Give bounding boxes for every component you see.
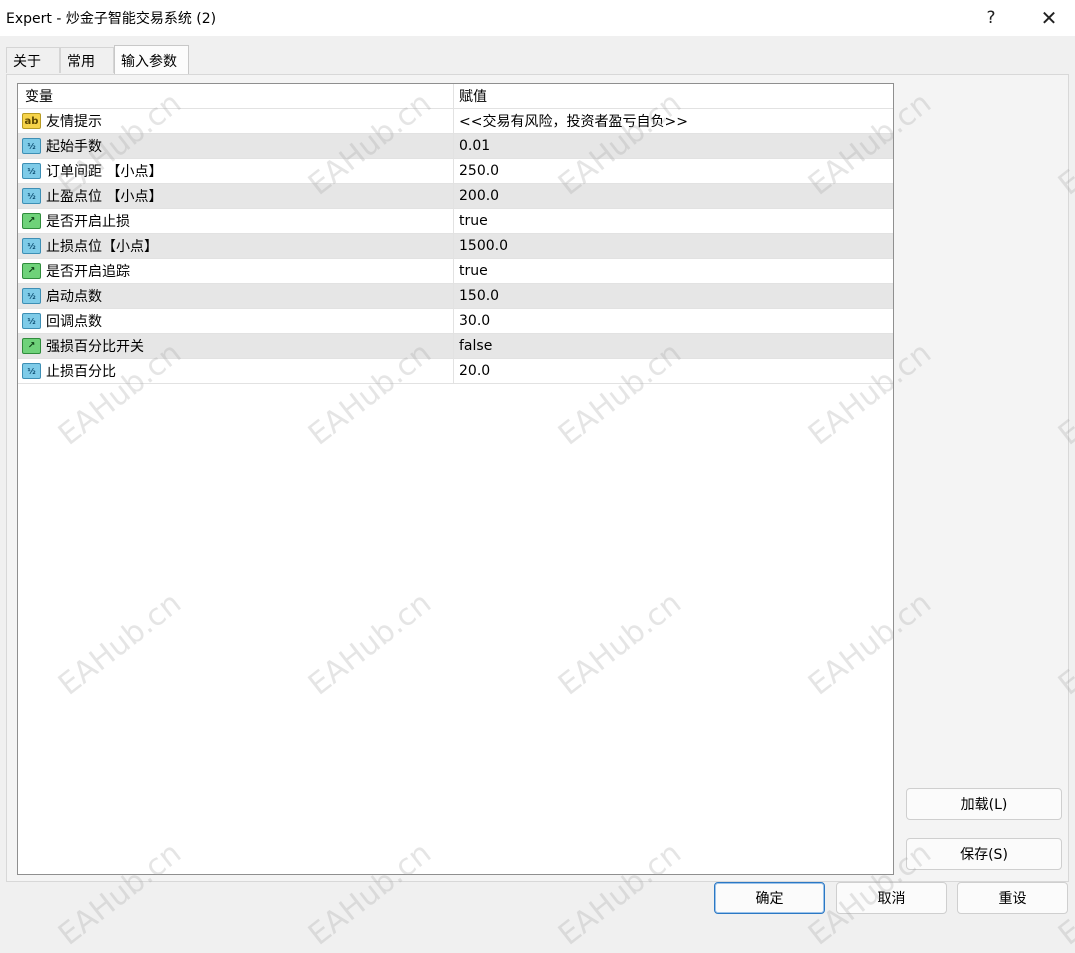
column-divider bbox=[453, 259, 454, 283]
close-button[interactable]: ✕ bbox=[1026, 0, 1072, 36]
table-row[interactable]: ab 友情提示 <<交易有风险，投资者盈亏自负>> bbox=[18, 109, 893, 134]
param-value[interactable]: <<交易有风险，投资者盈亏自负>> bbox=[459, 109, 889, 133]
param-value[interactable]: 250.0 bbox=[459, 159, 889, 183]
number-param-icon: ½ bbox=[22, 163, 41, 179]
param-name: 回调点数 bbox=[46, 314, 102, 330]
column-divider[interactable] bbox=[453, 84, 454, 108]
number-param-icon: ½ bbox=[22, 138, 41, 154]
column-divider bbox=[453, 359, 454, 383]
header-value: 赋值 bbox=[459, 89, 487, 105]
param-name: 止盈点位 【小点】 bbox=[46, 189, 163, 205]
column-divider bbox=[453, 184, 454, 208]
load-button[interactable]: 加载(L) bbox=[906, 788, 1062, 820]
param-value[interactable]: 1500.0 bbox=[459, 234, 889, 258]
number-param-icon: ½ bbox=[22, 363, 41, 379]
table-row[interactable]: ½ 止损百分比 20.0 bbox=[18, 359, 893, 384]
param-name: 是否开启止损 bbox=[46, 214, 130, 230]
tab-about[interactable]: 关于 bbox=[6, 47, 60, 73]
param-name: 订单间距 【小点】 bbox=[46, 164, 163, 180]
table-row[interactable]: ↗ 是否开启追踪 true bbox=[18, 259, 893, 284]
table-row[interactable]: ½ 回调点数 30.0 bbox=[18, 309, 893, 334]
number-param-icon: ½ bbox=[22, 313, 41, 329]
string-param-icon: ab bbox=[22, 113, 41, 129]
cancel-button[interactable]: 取消 bbox=[836, 882, 947, 914]
param-name: 友情提示 bbox=[46, 114, 102, 130]
ok-button[interactable]: 确定 bbox=[714, 882, 825, 914]
tab-inputs[interactable]: 输入参数 bbox=[114, 45, 189, 75]
param-value[interactable]: 200.0 bbox=[459, 184, 889, 208]
bool-param-icon: ↗ bbox=[22, 263, 41, 279]
param-name: 止损百分比 bbox=[46, 364, 116, 380]
table-row[interactable]: ½ 起始手数 0.01 bbox=[18, 134, 893, 159]
parameters-table[interactable]: 变量 赋值 ab 友情提示 <<交易有风险，投资者盈亏自负>> ½ 起始手数 0.01 ½ 订… bbox=[17, 83, 894, 875]
bool-param-icon: ↗ bbox=[22, 338, 41, 354]
help-button[interactable]: ? bbox=[968, 0, 1014, 36]
param-name: 强损百分比开关 bbox=[46, 339, 144, 355]
param-value[interactable]: 0.01 bbox=[459, 134, 889, 158]
param-value[interactable]: 30.0 bbox=[459, 309, 889, 333]
tab-common[interactable]: 常用 bbox=[60, 47, 114, 73]
save-button[interactable]: 保存(S) bbox=[906, 838, 1062, 870]
param-value[interactable]: true bbox=[459, 209, 889, 233]
table-row[interactable]: ½ 订单间距 【小点】 250.0 bbox=[18, 159, 893, 184]
number-param-icon: ½ bbox=[22, 288, 41, 304]
close-icon: ✕ bbox=[1040, 6, 1058, 30]
column-divider bbox=[453, 234, 454, 258]
help-icon: ? bbox=[986, 8, 996, 28]
column-divider bbox=[453, 309, 454, 333]
param-name: 起始手数 bbox=[46, 139, 102, 155]
window-title: Expert - 炒金子智能交易系统 (2) bbox=[6, 11, 217, 27]
reset-button[interactable]: 重设 bbox=[957, 882, 1068, 914]
number-param-icon: ½ bbox=[22, 188, 41, 204]
table-row[interactable]: ↗ 是否开启止损 true bbox=[18, 209, 893, 234]
table-row[interactable]: ½ 启动点数 150.0 bbox=[18, 284, 893, 309]
table-row[interactable]: ½ 止盈点位 【小点】 200.0 bbox=[18, 184, 893, 209]
column-divider bbox=[453, 159, 454, 183]
column-divider bbox=[453, 334, 454, 358]
bool-param-icon: ↗ bbox=[22, 213, 41, 229]
column-divider bbox=[453, 209, 454, 233]
column-divider bbox=[453, 134, 454, 158]
param-name: 是否开启追踪 bbox=[46, 264, 130, 280]
table-row[interactable]: ½ 止损点位【小点】 1500.0 bbox=[18, 234, 893, 259]
param-value[interactable]: 20.0 bbox=[459, 359, 889, 383]
table-row[interactable]: ↗ 强损百分比开关 false bbox=[18, 334, 893, 359]
column-divider bbox=[453, 109, 454, 133]
number-param-icon: ½ bbox=[22, 238, 41, 254]
param-name: 止损点位【小点】 bbox=[46, 239, 158, 255]
param-value[interactable]: false bbox=[459, 334, 889, 358]
header-variable: 变量 bbox=[25, 89, 53, 105]
table-header: 变量 赋值 bbox=[18, 84, 893, 109]
param-value[interactable]: 150.0 bbox=[459, 284, 889, 308]
param-name: 启动点数 bbox=[46, 289, 102, 305]
title-bar: Expert - 炒金子智能交易系统 (2) ? ✕ bbox=[0, 0, 1075, 36]
column-divider bbox=[453, 284, 454, 308]
param-value[interactable]: true bbox=[459, 259, 889, 283]
